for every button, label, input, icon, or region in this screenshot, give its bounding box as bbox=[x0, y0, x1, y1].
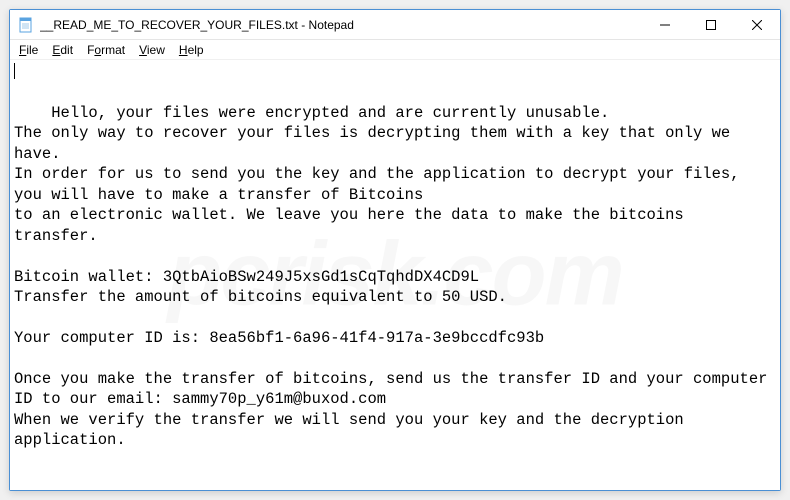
text-area[interactable]: Hello, your files were encrypted and are… bbox=[10, 60, 780, 490]
titlebar[interactable]: __READ_ME_TO_RECOVER_YOUR_FILES.txt - No… bbox=[10, 10, 780, 40]
notepad-window: __READ_ME_TO_RECOVER_YOUR_FILES.txt - No… bbox=[9, 9, 781, 491]
menu-format[interactable]: Format bbox=[80, 41, 132, 59]
text-cursor bbox=[14, 63, 15, 79]
menu-edit[interactable]: Edit bbox=[45, 41, 80, 59]
document-text: Hello, your files were encrypted and are… bbox=[14, 104, 777, 449]
menubar: File Edit Format View Help bbox=[10, 40, 780, 60]
window-title: __READ_ME_TO_RECOVER_YOUR_FILES.txt - No… bbox=[40, 18, 642, 32]
minimize-button[interactable] bbox=[642, 10, 688, 40]
close-button[interactable] bbox=[734, 10, 780, 40]
menu-view[interactable]: View bbox=[132, 41, 172, 59]
window-controls bbox=[642, 10, 780, 39]
menu-help[interactable]: Help bbox=[172, 41, 211, 59]
menu-file[interactable]: File bbox=[12, 41, 45, 59]
maximize-button[interactable] bbox=[688, 10, 734, 40]
notepad-icon bbox=[18, 17, 34, 33]
